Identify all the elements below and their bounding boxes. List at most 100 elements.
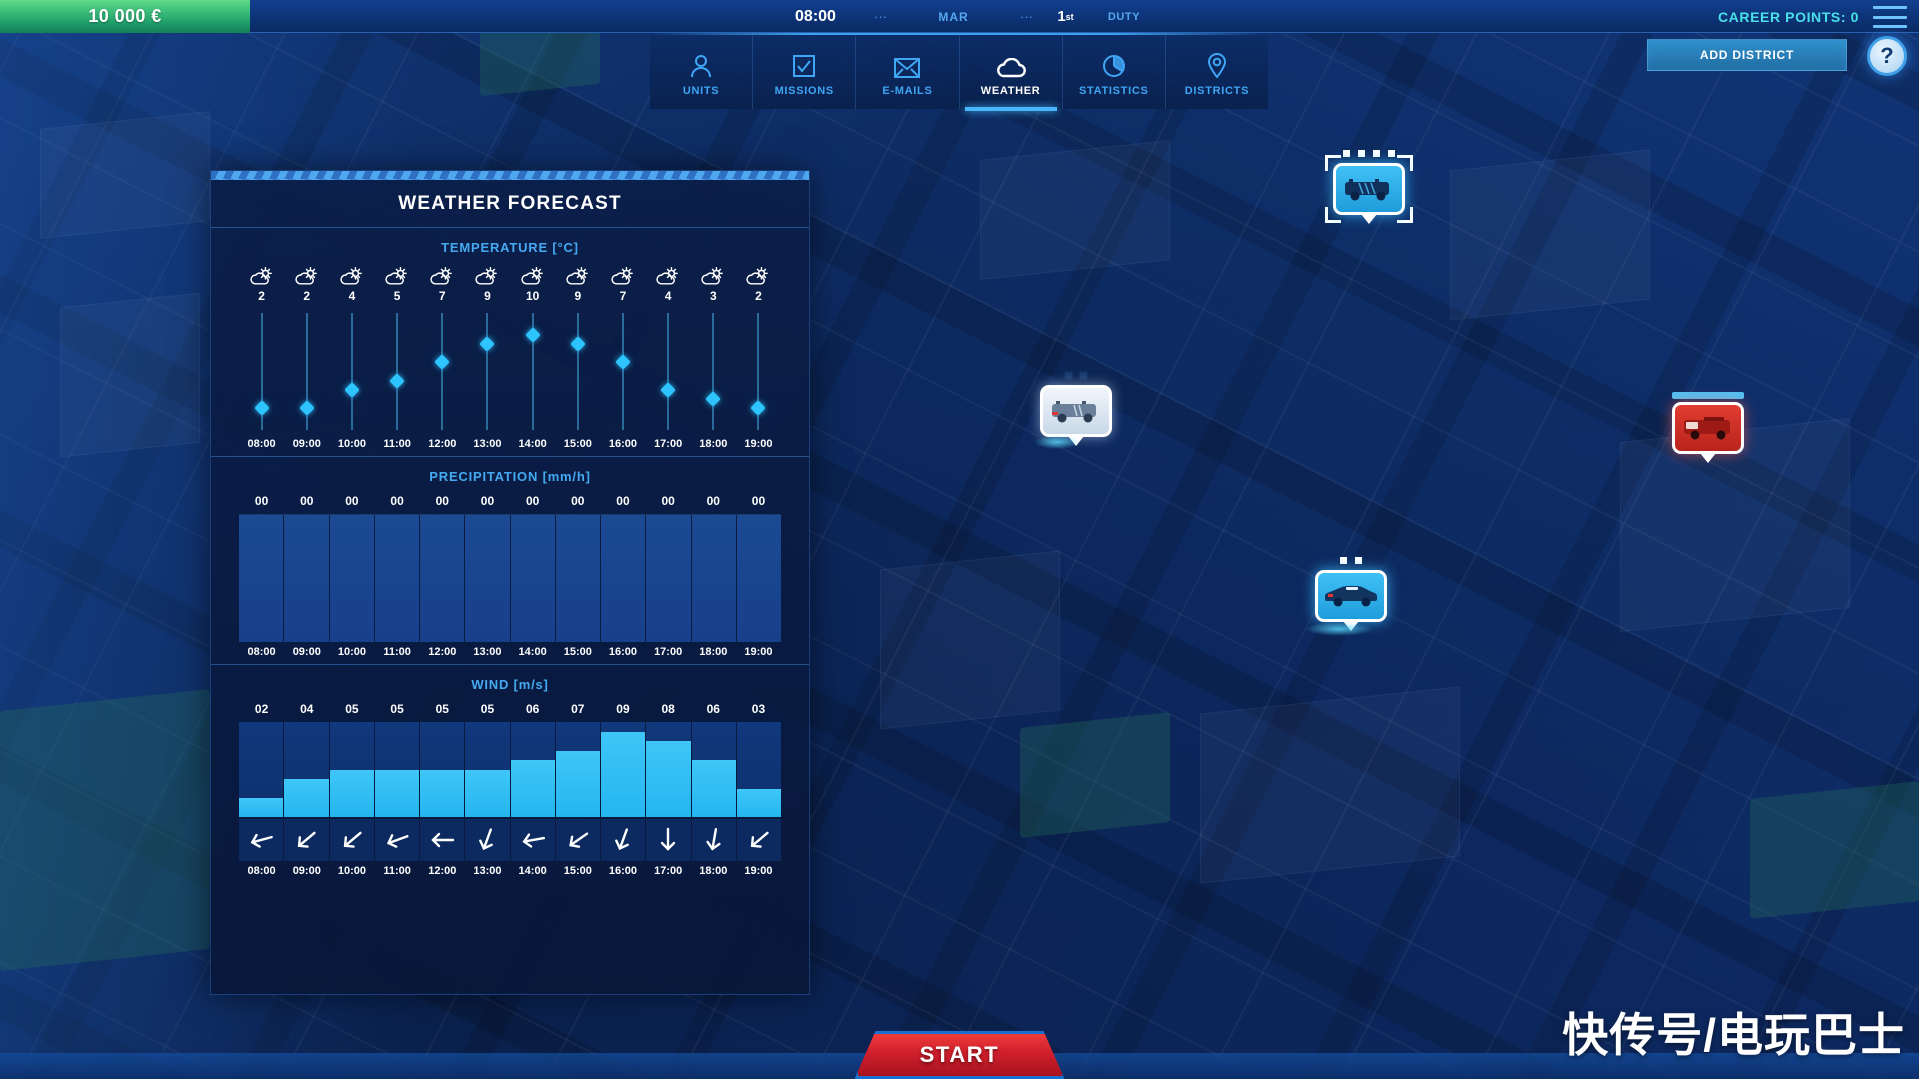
clock-group: 08:00 · · · MAR · · · 1st DUTY <box>768 0 1152 33</box>
police-van-unit[interactable] <box>1325 148 1413 224</box>
precipitation-bar-column <box>691 515 737 642</box>
unit-glow <box>1305 622 1373 636</box>
temperature-dot <box>570 336 586 352</box>
hamburger-menu-icon[interactable] <box>1873 6 1907 28</box>
wind-chart <box>239 722 781 817</box>
tab-districts[interactable]: DISTRICTS <box>1166 33 1268 109</box>
police-car-unit[interactable] <box>1305 555 1387 636</box>
temperature-column: 2 <box>239 265 284 303</box>
tab-weather-label: WEATHER <box>980 84 1041 97</box>
wind-time-axis: 08:00 09:00 10:00 11:00 12:00 13:00 14:00 15:00… <box>239 865 781 877</box>
wind-value: 02 <box>254 702 269 716</box>
map-park <box>1750 781 1919 919</box>
precipitation-bar-column <box>420 515 466 642</box>
temperature-chart <box>239 309 781 434</box>
temperature-icon-row: 2 2 4 5 7 9 10 9 7 4 3 2 <box>239 265 781 303</box>
wind-value: 05 <box>390 702 404 716</box>
unit-card[interactable] <box>1040 385 1112 437</box>
wind-bar <box>646 741 691 817</box>
wind-bar-column <box>239 722 285 817</box>
time-label: 13:00 <box>473 865 502 877</box>
temperature-dot <box>253 400 270 416</box>
temperature-value: 4 <box>348 289 356 303</box>
temperature-stem <box>351 313 353 430</box>
time-label: 08:00 <box>247 865 276 877</box>
tab-missions-label: MISSIONS <box>774 84 834 97</box>
temperature-value: 9 <box>484 289 491 303</box>
wind-direction-row <box>239 819 781 861</box>
help-button[interactable]: ? <box>1867 36 1907 76</box>
tab-statistics[interactable]: STATISTICS <box>1063 33 1166 109</box>
temperature-stem <box>441 313 443 430</box>
wind-bar-column <box>374 722 420 817</box>
panel-title: WEATHER FORECAST <box>211 180 809 228</box>
tab-weather[interactable]: WEATHER <box>960 33 1063 111</box>
time-label: 15:00 <box>563 865 592 877</box>
temperature-value: 4 <box>664 289 672 303</box>
wind-bar-column <box>510 722 556 817</box>
temperature-dot <box>298 400 315 416</box>
temperature-point-column <box>329 309 374 434</box>
temperature-value: 2 <box>755 289 762 303</box>
tab-missions[interactable]: MISSIONS <box>753 33 857 109</box>
time-label: 10:00 <box>337 438 366 450</box>
temperature-value: 7 <box>438 289 446 303</box>
precipitation-value-row: 00 00 00 00 00 00 00 00 00 00 00 00 <box>239 494 781 508</box>
temperature-point-column <box>691 309 736 434</box>
precipitation-value: 00 <box>616 494 630 508</box>
unit-card[interactable] <box>1333 163 1405 215</box>
precipitation-bar-column <box>329 515 375 642</box>
wind-bar-column <box>284 722 330 817</box>
wind-direction-arrow <box>284 819 330 861</box>
wind-bar-column <box>420 722 466 817</box>
temperature-point-column <box>736 309 781 434</box>
temperature-value: 2 <box>303 289 311 303</box>
unit-pips <box>1333 148 1405 159</box>
wind-value: 05 <box>345 702 359 716</box>
time-label: 08:00 <box>247 438 276 450</box>
temperature-column: 3 <box>691 265 736 303</box>
fire-truck-unit[interactable] <box>1672 392 1744 463</box>
temperature-point-column <box>646 309 691 434</box>
tab-emails[interactable]: E-MAILS <box>856 33 960 109</box>
clock-separator-dots: · · · <box>873 8 888 24</box>
temperature-column: 5 <box>375 265 420 303</box>
precipitation-value: 00 <box>571 494 585 508</box>
temperature-column: 4 <box>329 265 374 303</box>
temperature-section: TEMPERATURE [°C] 2 2 4 5 7 9 10 9 7 4 3 2 08:00 09:0… <box>211 228 809 450</box>
wind-direction-arrow <box>465 819 511 861</box>
time-label: 14:00 <box>518 646 547 658</box>
wind-direction-arrow <box>736 819 781 861</box>
precipitation-value: 00 <box>751 494 766 508</box>
unit-card[interactable] <box>1315 570 1387 622</box>
wind-bar-column <box>691 722 737 817</box>
time-label: 18:00 <box>699 865 728 877</box>
precipitation-bar-column <box>510 515 556 642</box>
clock-separator-dots-2: · · · <box>1019 8 1034 24</box>
start-button[interactable]: START <box>854 1031 1065 1079</box>
temperature-stem <box>667 313 669 430</box>
temperature-column: 2 <box>736 265 781 303</box>
map-block <box>60 292 200 458</box>
envelope-icon <box>894 52 921 78</box>
add-district-button[interactable]: ADD DISTRICT <box>1647 39 1847 71</box>
tab-units[interactable]: UNITS <box>650 33 754 109</box>
ambulance-unit[interactable] <box>1034 370 1112 449</box>
time-label: 12:00 <box>428 646 457 658</box>
temperature-dot <box>705 391 722 407</box>
time-label: 14:00 <box>518 865 547 877</box>
career-points-display: CAREER POINTS: 0 <box>1717 8 1859 25</box>
main-nav-tabs: UNITS MISSIONS E-MAILS WEATHER STATISTIC… <box>650 32 1268 111</box>
wind-section-title: WIND [m/s] <box>471 677 549 692</box>
tab-statistics-label: STATISTICS <box>1079 84 1149 97</box>
unit-card[interactable] <box>1672 402 1744 454</box>
wind-bar-column <box>555 722 601 817</box>
wind-direction-arrow <box>601 819 647 861</box>
wind-bar <box>239 798 284 817</box>
precipitation-bar-column <box>284 515 330 642</box>
map-block <box>40 111 210 239</box>
time-label: 16:00 <box>608 438 638 450</box>
temperature-stem <box>486 313 488 430</box>
time-label: 19:00 <box>744 865 773 877</box>
temperature-value: 9 <box>574 289 582 303</box>
